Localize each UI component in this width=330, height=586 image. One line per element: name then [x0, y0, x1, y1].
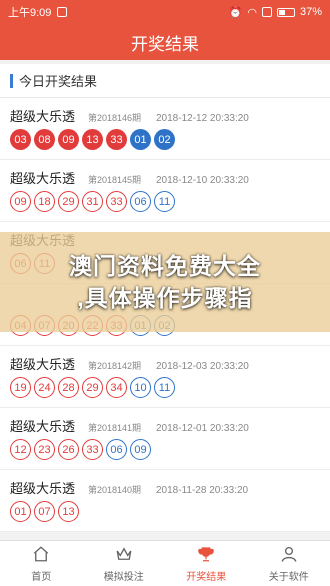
draw-time: 2018-11-28 20:33:20	[156, 485, 249, 496]
red-ball: 13	[58, 501, 79, 522]
red-ball: 29	[82, 377, 103, 398]
red-ball: 12	[10, 439, 31, 460]
section-marker	[10, 73, 13, 88]
wifi-icon: ◠	[247, 6, 257, 19]
red-ball: 03	[10, 129, 31, 150]
number-balls: 01 07 13	[10, 501, 320, 522]
app-title-bar: 开奖结果	[0, 24, 330, 60]
status-time: 上午9:09	[8, 7, 52, 19]
blue-ball: 02	[154, 129, 175, 150]
red-ball: 24	[34, 377, 55, 398]
number-balls: 12 23 26 33 06 09	[10, 439, 320, 460]
number-balls: 09 18 29 31 33 06 11	[10, 191, 320, 212]
issue-number: 第2018146期	[88, 113, 142, 123]
result-row[interactable]: 超级大乐透 第2018146期 2018-12-12 20:33:20 03 08 09 1…	[0, 98, 330, 160]
lottery-name: 超级大乐透	[10, 109, 76, 124]
red-ball: 18	[34, 191, 55, 212]
draw-time: 2018-12-01 20:33:20	[156, 423, 249, 434]
red-ball: 13	[82, 129, 103, 150]
result-row[interactable]: 超级大乐透 第2018141期 2018-12-01 20:33:20 12 23 26 3…	[0, 408, 330, 470]
battery-icon	[276, 7, 295, 17]
home-icon	[32, 545, 50, 566]
overlay-banner: 澳门资料免费大全 ,具体操作步骤指	[0, 232, 330, 332]
blue-ball: 06	[106, 439, 127, 460]
red-ball: 26	[58, 439, 79, 460]
overlay-line-1: 澳门资料免费大全	[69, 253, 261, 279]
lottery-name: 超级大乐透	[10, 419, 76, 434]
tab-0[interactable]: 首页	[0, 541, 83, 586]
draw-time: 2018-12-12 20:33:20	[156, 113, 249, 124]
trophy-icon	[197, 545, 215, 566]
result-row[interactable]: 超级大乐透 第2018145期 2018-12-10 20:33:20 09 18 29 3…	[0, 160, 330, 222]
issue-number: 第2018140期	[88, 485, 142, 495]
result-meta: 超级大乐透 第2018146期 2018-12-12 20:33:20	[10, 106, 320, 124]
red-ball: 34	[106, 377, 127, 398]
draw-time: 2018-12-03 20:33:20	[156, 361, 249, 372]
blue-ball: 11	[154, 377, 175, 398]
red-ball: 01	[10, 501, 31, 522]
number-balls: 19 24 28 29 34 10 11	[10, 377, 320, 398]
red-ball: 07	[34, 501, 55, 522]
red-ball: 19	[10, 377, 31, 398]
tab-2[interactable]: 开奖结果	[165, 541, 248, 586]
draw-time: 2018-12-10 20:33:20	[156, 175, 249, 186]
overlay-line-2: ,具体操作步骤指	[77, 285, 253, 311]
battery-level: 37%	[299, 6, 322, 18]
result-meta: 超级大乐透 第2018145期 2018-12-10 20:33:20	[10, 168, 320, 186]
blue-ball: 06	[130, 191, 151, 212]
issue-number: 第2018142期	[88, 361, 142, 371]
tab-label: 关于软件	[268, 571, 309, 583]
number-balls: 03 08 09 13 33 01 02	[10, 129, 320, 150]
result-meta: 超级大乐透 第2018140期 2018-11-28 20:33:20	[10, 478, 320, 496]
lottery-name: 超级大乐透	[10, 357, 76, 372]
issue-number: 第2018141期	[88, 423, 142, 433]
result-row[interactable]: 超级大乐透 第2018142期 2018-12-03 20:33:20 19 24 28 2…	[0, 346, 330, 408]
tab-label: 首页	[31, 571, 52, 583]
page-title: 开奖结果	[131, 34, 199, 54]
red-ball: 28	[58, 377, 79, 398]
red-ball: 09	[58, 129, 79, 150]
red-ball: 08	[34, 129, 55, 150]
result-meta: 超级大乐透 第2018141期 2018-12-01 20:33:20	[10, 416, 320, 434]
red-ball: 23	[34, 439, 55, 460]
issue-number: 第2018145期	[88, 175, 142, 185]
blue-ball: 10	[130, 377, 151, 398]
red-ball: 31	[82, 191, 103, 212]
red-ball: 33	[106, 191, 127, 212]
red-ball: 33	[106, 129, 127, 150]
result-row[interactable]: 超级大乐透 第2018140期 2018-11-28 20:33:20 01 07 13	[0, 470, 330, 532]
notification-icon	[57, 7, 68, 17]
tab-1[interactable]: 模拟投注	[83, 541, 166, 586]
crown-icon	[115, 545, 133, 566]
alarm-icon: ⏰	[228, 6, 243, 19]
person-icon	[280, 545, 298, 566]
tab-label: 开奖结果	[186, 571, 227, 583]
blue-ball: 09	[130, 439, 151, 460]
red-ball: 33	[82, 439, 103, 460]
red-ball: 09	[10, 191, 31, 212]
lottery-name: 超级大乐透	[10, 171, 76, 186]
blue-ball: 01	[130, 129, 151, 150]
tab-label: 模拟投注	[103, 571, 144, 583]
section-title: 今日开奖结果	[19, 74, 98, 89]
sim-icon	[261, 7, 272, 17]
status-bar: 上午9:09 ⏰ ◠ 37%	[0, 0, 330, 24]
blue-ball: 11	[154, 191, 175, 212]
lottery-name: 超级大乐透	[10, 481, 76, 496]
section-header: 今日开奖结果	[0, 64, 330, 98]
red-ball: 29	[58, 191, 79, 212]
result-meta: 超级大乐透 第2018142期 2018-12-03 20:33:20	[10, 354, 320, 372]
bottom-tab-bar: 首页 模拟投注 开奖结果 关于软件	[0, 540, 330, 586]
tab-3[interactable]: 关于软件	[248, 541, 330, 586]
